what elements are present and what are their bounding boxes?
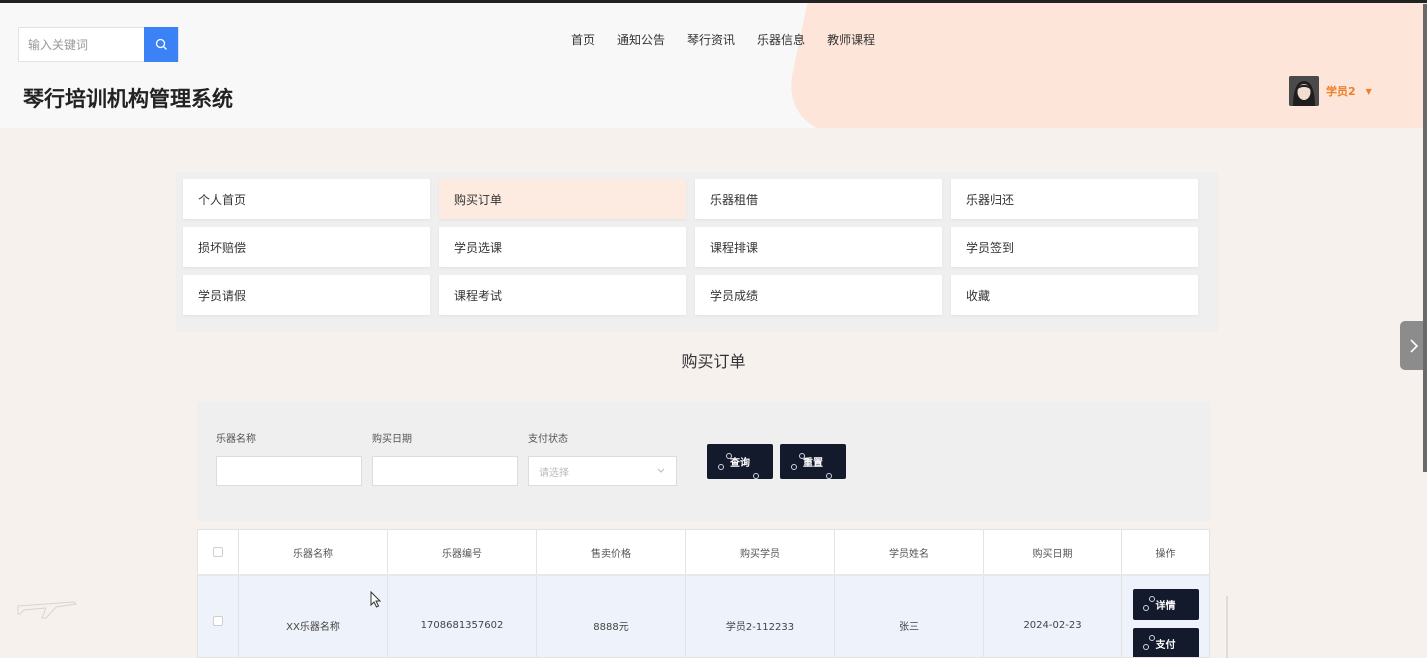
row-checkbox[interactable] [213,616,223,626]
column-header: 购买学员 [686,530,835,574]
cell-date: 2024-02-23 [984,576,1122,657]
scrollbar-thumb[interactable] [1423,4,1427,472]
column-header: 学员姓名 [835,530,984,574]
menu-item-purchase-orders[interactable]: 购买订单 [439,179,686,219]
cell-instrument-no: 1708681357602 [388,576,537,657]
menu-item-instrument-return[interactable]: 乐器归还 [951,179,1198,219]
table-row[interactable]: XX乐器名称 1708681357602 8888元 学员2-112233 张三… [198,576,1209,657]
airplane-decoration-icon [17,601,78,619]
menu-item-course-scheduling[interactable]: 课程排课 [695,227,942,267]
column-header: 乐器名称 [239,530,388,574]
search-input[interactable] [19,28,144,61]
pay-button-label: 支付 [1155,640,1176,651]
cell-buyer: 学员2-112233 [686,576,835,657]
nav-home[interactable]: 首页 [560,31,606,48]
cell-instrument-name: XX乐器名称 [239,576,388,657]
pay-status-placeholder: 请选择 [539,467,569,479]
nav-news[interactable]: 琴行资讯 [676,31,746,48]
menu-item-profile-home[interactable]: 个人首页 [183,179,430,219]
orders-table: 乐器名称 乐器编号 售卖价格 购买学员 学员姓名 购买日期 操作 XX乐器名称 … [197,529,1210,658]
menu-item-course-exam[interactable]: 课程考试 [439,275,686,315]
nav-courses[interactable]: 教师课程 [816,31,886,48]
menu-item-scores[interactable]: 学员成绩 [695,275,942,315]
column-header: 操作 [1155,548,1176,560]
select-all-checkbox[interactable] [213,547,223,557]
top-nav: 首页 通知公告 琴行资讯 乐器信息 教师课程 [560,31,886,48]
menu-item-favorites[interactable]: 收藏 [951,275,1198,315]
site-title: 琴行培训机构管理系统 [23,87,233,111]
search-box [18,27,179,62]
pay-button[interactable]: 支付 [1132,628,1199,657]
column-header: 购买日期 [984,530,1122,574]
column-header: 售卖价格 [537,530,686,574]
instrument-name-input[interactable] [216,456,362,486]
table-header: 乐器名称 乐器编号 售卖价格 购买学员 学员姓名 购买日期 操作 [198,530,1209,576]
search-button[interactable] [144,27,178,62]
divider [1226,596,1228,658]
row-select-cell [198,576,239,657]
reset-button[interactable]: 重置 [780,444,846,479]
user-name: 学员2 [1326,85,1356,98]
instrument-name-label: 乐器名称 [216,434,256,445]
pay-status-select[interactable]: 请选择 [528,456,677,486]
purchase-date-input[interactable] [372,456,518,486]
filter-panel: 乐器名称 购买日期 支付状态 请选择 查询 重置 [197,402,1210,521]
cell-price: 8888元 [537,576,686,657]
nav-instruments[interactable]: 乐器信息 [746,31,816,48]
query-button-label: 查询 [730,458,750,469]
chevron-right-icon [1409,338,1418,353]
reset-button-label: 重置 [803,458,823,469]
menu-item-instrument-rental[interactable]: 乐器租借 [695,179,942,219]
cell-actions: 详情 支付 [1122,576,1209,657]
menu-item-damage-compensation[interactable]: 损坏赔偿 [183,227,430,267]
select-all-cell [198,530,239,574]
pay-status-label: 支付状态 [528,434,568,445]
mouse-cursor-icon [370,591,382,608]
site-header: 首页 通知公告 琴行资讯 乐器信息 教师课程 琴行培训机构管理系统 学员2 ▼ [0,3,1427,128]
menu-item-course-selection[interactable]: 学员选课 [439,227,686,267]
purchase-date-label: 购买日期 [372,434,412,445]
cell-student-name: 张三 [835,576,984,657]
detail-button-label: 详情 [1155,601,1176,612]
menu-item-leave-request[interactable]: 学员请假 [183,275,430,315]
header-decoration [779,3,1427,128]
search-icon [155,38,167,50]
user-center-menu: 个人首页 购买订单 乐器租借 乐器归还 损坏赔偿 学员选课 课程排课 学员签到 … [176,172,1218,332]
caret-down-icon: ▼ [1365,86,1372,96]
query-button[interactable]: 查询 [707,444,773,479]
nav-notices[interactable]: 通知公告 [606,31,676,48]
chevron-down-icon [657,468,665,473]
user-menu[interactable]: 学员2 ▼ [1289,76,1372,106]
menu-item-check-in[interactable]: 学员签到 [951,227,1198,267]
avatar [1289,76,1319,106]
detail-button[interactable]: 详情 [1132,589,1199,620]
column-header: 乐器编号 [388,530,537,574]
page-title: 购买订单 [681,352,746,371]
